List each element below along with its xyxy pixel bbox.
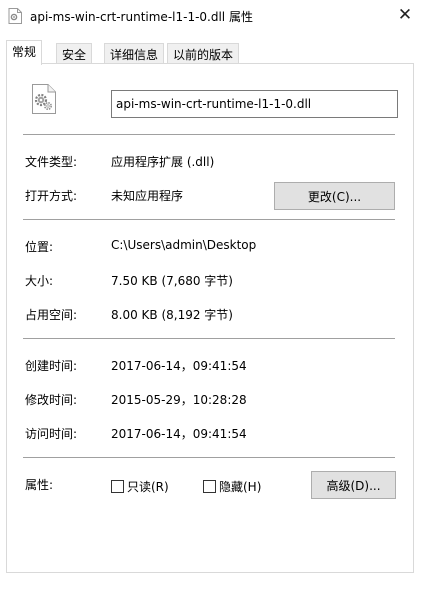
file-gear-icon (8, 8, 22, 24)
hidden-label: 隐藏(H) (219, 480, 262, 494)
divider (23, 457, 395, 458)
accessed-label: 访问时间: (25, 427, 78, 441)
file-name-input[interactable] (111, 90, 398, 118)
window-title: api-ms-win-crt-runtime-l1-1-0.dll 属性 (30, 10, 253, 24)
created-value: 2017-06-14，09:41:54 (111, 359, 247, 373)
readonly-label: 只读(R) (127, 480, 169, 494)
size-on-disk-label: 占用空间: (25, 308, 78, 322)
modified-value: 2015-05-29，10:28:28 (111, 393, 247, 407)
size-on-disk-value: 8.00 KB (8,192 字节) (111, 308, 233, 322)
divider (23, 134, 395, 135)
divider (23, 338, 395, 339)
readonly-checkbox-box[interactable] (111, 480, 124, 493)
properties-window: api-ms-win-crt-runtime-l1-1-0.dll 属性 ✕ 常… (0, 0, 421, 595)
tab-strip: 常规 安全 详细信息 以前的版本 (6, 40, 414, 65)
general-panel: 文件类型: 应用程序扩展 (.dll) 打开方式: 未知应用程序 更改(C)..… (6, 63, 414, 573)
title-bar[interactable]: api-ms-win-crt-runtime-l1-1-0.dll 属性 ✕ (0, 0, 421, 32)
advanced-button[interactable]: 高级(D)... (311, 471, 396, 499)
created-label: 创建时间: (25, 359, 78, 373)
size-value: 7.50 KB (7,680 字节) (111, 274, 233, 288)
hidden-checkbox-box[interactable] (203, 480, 216, 493)
dll-file-icon (31, 84, 57, 114)
accessed-value: 2017-06-14，09:41:54 (111, 427, 247, 441)
tab-details[interactable]: 详细信息 (104, 43, 165, 64)
close-button[interactable]: ✕ (389, 0, 421, 30)
opens-with-label: 打开方式: (25, 189, 78, 203)
divider (23, 219, 395, 220)
file-type-label: 文件类型: (25, 155, 78, 169)
tab-previous-versions[interactable]: 以前的版本 (167, 43, 240, 64)
readonly-checkbox[interactable]: 只读(R) (111, 478, 169, 495)
tab-general[interactable]: 常规 (6, 40, 43, 65)
hidden-checkbox[interactable]: 隐藏(H) (203, 478, 261, 495)
attributes-label: 属性: (25, 478, 54, 492)
file-type-value: 应用程序扩展 (.dll) (111, 155, 215, 169)
opens-with-value: 未知应用程序 (111, 189, 184, 203)
location-label: 位置: (25, 240, 54, 254)
change-button[interactable]: 更改(C)... (274, 182, 395, 210)
size-label: 大小: (25, 274, 54, 288)
modified-label: 修改时间: (25, 393, 78, 407)
tab-security[interactable]: 安全 (56, 43, 93, 64)
location-value: C:\Users\admin\Desktop (111, 238, 257, 252)
